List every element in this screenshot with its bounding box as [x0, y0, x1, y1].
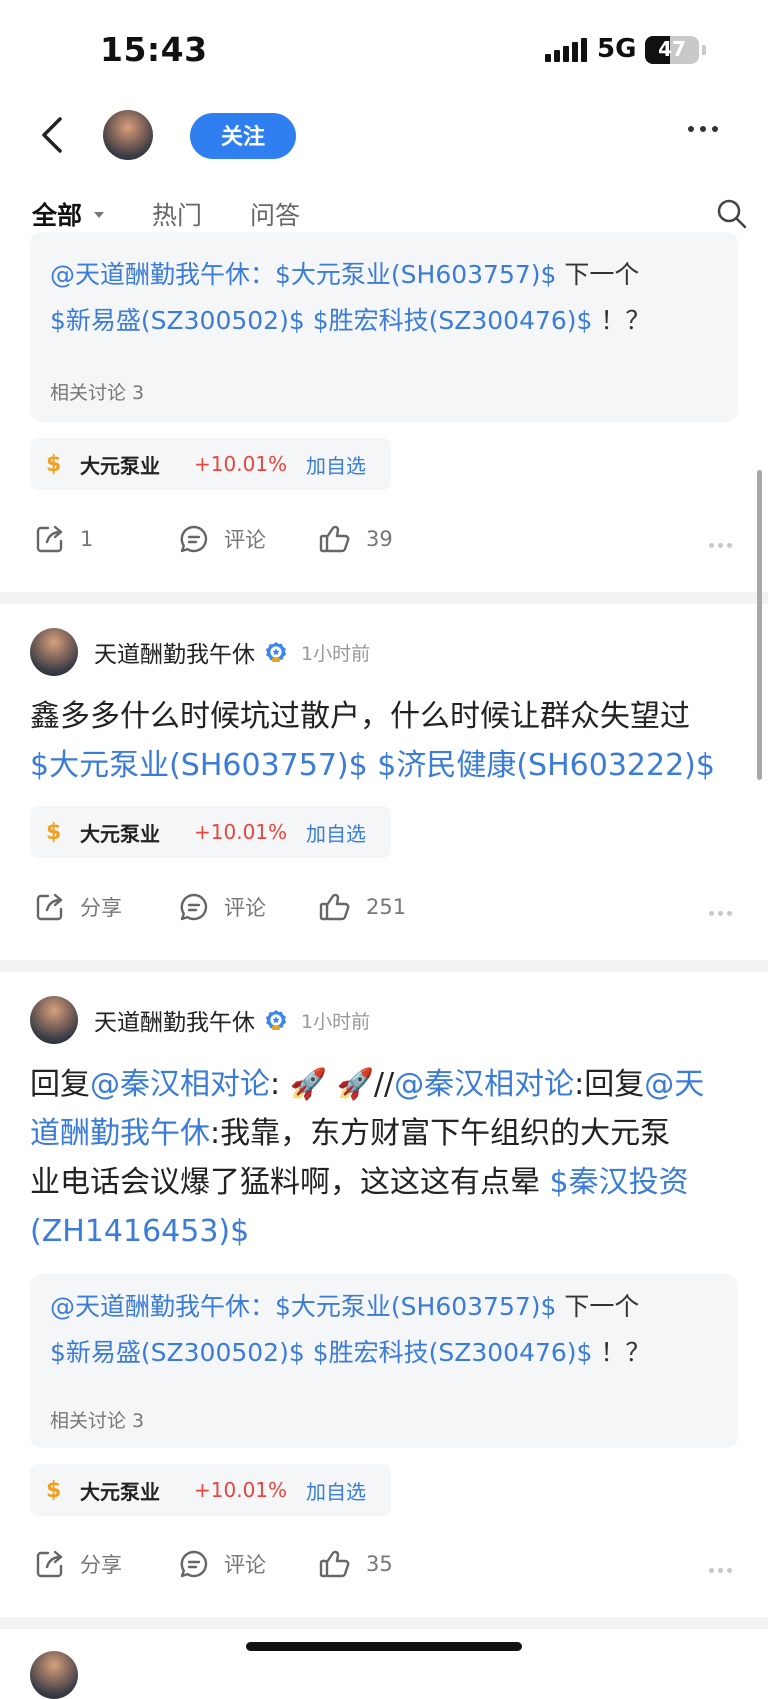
stock-chip[interactable]: $ 大元泵业 +10.01% 加自选 — [30, 438, 391, 490]
like-button[interactable]: 39 — [318, 523, 393, 555]
stock-link[interactable]: $新易盛(SZ300502)$ — [50, 1338, 305, 1367]
stock-link[interactable]: $大元泵业(SH603757)$ — [275, 1292, 556, 1321]
quoted-post-text: @天道酬勤我午休：$大元泵业(SH603757)$ 下一个 $新易盛(SZ300… — [50, 1292, 651, 1367]
more-options-icon[interactable] — [709, 911, 732, 916]
tab-bar: 全部 热门 问答 — [32, 196, 348, 232]
post-header: 天道酬勤我午休 1小时前 — [30, 995, 370, 1045]
like-button[interactable]: 251 — [318, 891, 406, 923]
status-time: 15:43 — [100, 30, 208, 69]
share-icon — [36, 893, 63, 921]
comment-button[interactable]: 评论 — [178, 1548, 266, 1580]
tab-qa[interactable]: 问答 — [250, 196, 300, 232]
stock-link[interactable]: (ZH1416453)$ — [30, 1214, 249, 1249]
stock-link[interactable]: $新易盛(SZ300502)$ — [50, 306, 305, 335]
mention-link[interactable]: 道酬勤我午休 — [30, 1116, 210, 1151]
add-watchlist-button[interactable]: 加自选 — [306, 450, 366, 479]
section-divider — [0, 960, 768, 972]
post-action-bar: 分享 评论 35 — [0, 1548, 768, 1594]
battery-level: 47 — [658, 37, 686, 61]
stock-name: 大元泵业 — [80, 1479, 160, 1504]
mention-link[interactable]: @秦汉相对论 — [394, 1067, 574, 1102]
stock-change: +10.01% — [194, 1478, 288, 1502]
share-button[interactable]: 1 — [34, 523, 93, 555]
quoted-post[interactable]: @天道酬勤我午休：$大元泵业(SH603757)$ 下一个 $新易盛(SZ300… — [30, 1274, 738, 1448]
related-discussion-count[interactable]: 相关讨论 3 — [50, 1406, 144, 1433]
share-icon — [36, 1550, 63, 1578]
verified-badge-icon — [265, 1010, 287, 1030]
avatar[interactable] — [103, 110, 153, 160]
mention-link[interactable]: @天 — [644, 1067, 704, 1102]
share-button[interactable]: 分享 — [34, 1548, 122, 1580]
add-watchlist-button[interactable]: 加自选 — [306, 1476, 366, 1505]
comment-icon — [180, 525, 208, 553]
share-icon — [36, 525, 63, 553]
stock-change: +10.01% — [194, 820, 288, 844]
stock-name: 大元泵业 — [80, 453, 160, 478]
avatar[interactable] — [30, 628, 78, 676]
like-button[interactable]: 35 — [318, 1548, 393, 1580]
share-button[interactable]: 分享 — [34, 891, 122, 923]
stock-link[interactable]: $大元泵业(SH603757)$ — [275, 260, 556, 289]
stock-link[interactable]: $济民健康(SH603222)$ — [377, 748, 715, 783]
stock-name: 大元泵业 — [80, 821, 160, 846]
quoted-post[interactable]: @天道酬勤我午休：$大元泵业(SH603757)$ 下一个 $新易盛(SZ300… — [30, 232, 738, 422]
stock-link[interactable]: $大元泵业(SH603757)$ — [30, 748, 368, 783]
stock-link[interactable]: $胜宏科技(SZ300476)$ — [313, 1338, 593, 1367]
avatar[interactable] — [30, 1651, 78, 1699]
thumbs-up-icon — [319, 893, 350, 921]
stock-link[interactable]: $秦汉投资 — [550, 1165, 689, 1200]
stock-change: +10.01% — [194, 452, 288, 476]
add-watchlist-button[interactable]: 加自选 — [306, 818, 366, 847]
post-action-bar: 分享 评论 251 — [0, 891, 768, 937]
stock-chip[interactable]: $ 大元泵业 +10.01% 加自选 — [30, 806, 391, 858]
network-type: 5G — [597, 34, 637, 64]
more-options-icon[interactable] — [709, 1568, 732, 1573]
section-divider — [0, 592, 768, 604]
comment-icon — [180, 1550, 208, 1578]
post-time: 1小时前 — [301, 1010, 371, 1033]
comment-icon — [180, 893, 208, 921]
post-body[interactable]: 鑫多多什么时候坑过散户，什么时候让群众失望过 $大元泵业(SH603757)$ … — [30, 692, 745, 790]
search-icon[interactable] — [716, 198, 748, 230]
section-divider — [0, 1617, 768, 1629]
more-options-icon[interactable] — [709, 543, 732, 548]
battery-icon: 47 — [645, 36, 699, 64]
scrollbar[interactable] — [757, 470, 762, 780]
battery-tip — [702, 45, 706, 55]
verified-badge-icon — [265, 642, 287, 662]
stock-link[interactable]: $胜宏科技(SZ300476)$ — [313, 306, 593, 335]
thumbs-up-icon — [319, 525, 350, 553]
username[interactable]: 天道酬勤我午休 — [94, 1003, 255, 1037]
dollar-icon: $ — [46, 819, 62, 845]
tab-all[interactable]: 全部 — [32, 196, 105, 232]
related-discussion-count[interactable]: 相关讨论 3 — [50, 378, 144, 405]
comment-button[interactable]: 评论 — [178, 523, 266, 555]
tab-hot[interactable]: 热门 — [152, 196, 202, 232]
thumbs-up-icon — [319, 1550, 350, 1578]
post-body[interactable]: 回复@秦汉相对论: 🚀 🚀//@秦汉相对论:回复@天 道酬勤我午休:我靠，东方财… — [30, 1060, 745, 1256]
more-horizontal-icon[interactable] — [688, 126, 718, 132]
mention-link[interactable]: @秦汉相对论 — [90, 1067, 270, 1102]
dollar-icon: $ — [46, 451, 62, 477]
caret-down-icon — [94, 212, 105, 218]
post-header: 天道酬勤我午休 1小时前 — [30, 627, 370, 677]
home-indicator[interactable] — [246, 1642, 522, 1651]
stock-chip[interactable]: $ 大元泵业 +10.01% 加自选 — [30, 1464, 391, 1516]
dollar-icon: $ — [46, 1477, 62, 1503]
username[interactable]: 天道酬勤我午休 — [94, 635, 255, 669]
follow-button[interactable]: 关注 — [190, 113, 296, 159]
comment-button[interactable]: 评论 — [178, 891, 266, 923]
back-icon[interactable] — [36, 115, 72, 155]
post-time: 1小时前 — [301, 642, 371, 665]
mention-link[interactable]: @天道酬勤我午休： — [50, 1292, 275, 1321]
cellular-signal-icon — [545, 38, 587, 62]
post-action-bar: 1 评论 39 — [0, 523, 768, 569]
avatar[interactable] — [30, 996, 78, 1044]
mention-link[interactable]: @天道酬勤我午休： — [50, 260, 275, 289]
quoted-post-text: @天道酬勤我午休：$大元泵业(SH603757)$ 下一个 $新易盛(SZ300… — [50, 260, 651, 335]
